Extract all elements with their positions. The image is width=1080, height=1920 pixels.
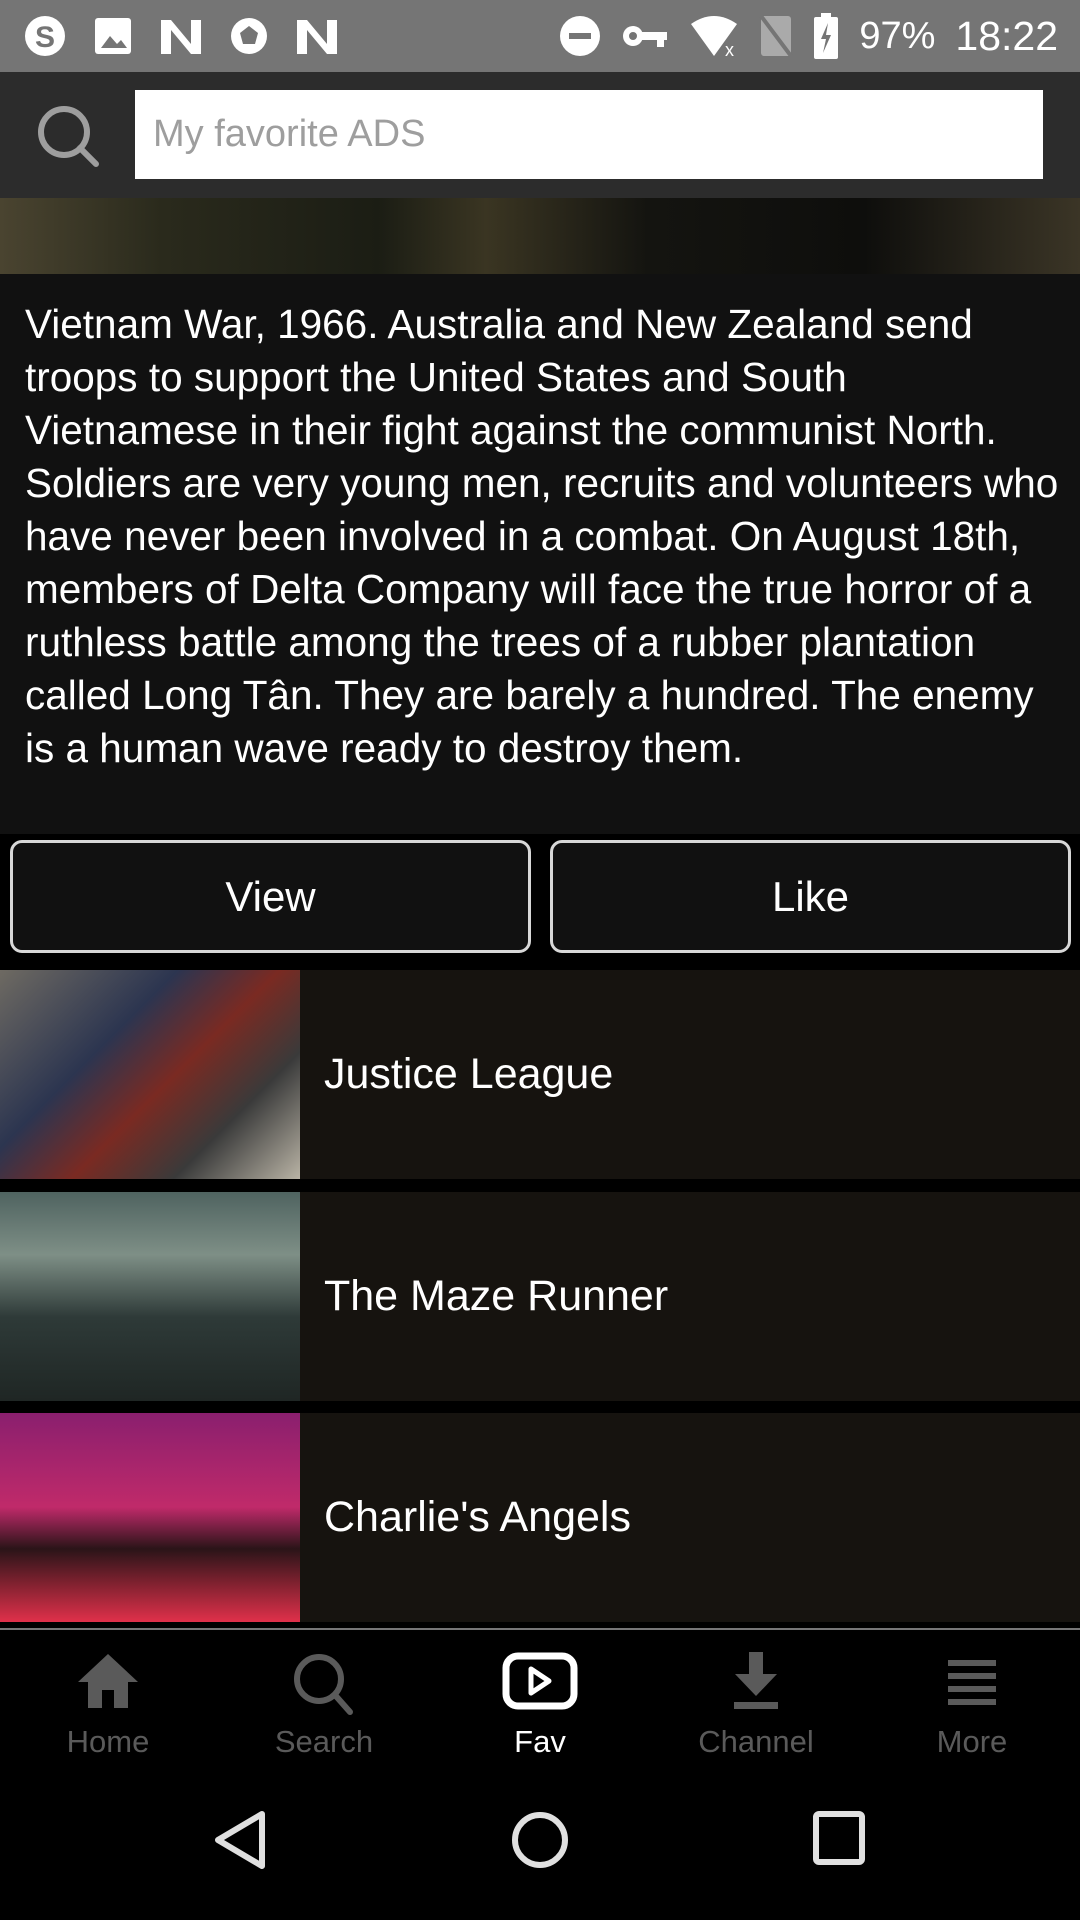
list-item[interactable]: The Maze Runner	[0, 1192, 1080, 1401]
search-icon[interactable]	[34, 102, 100, 168]
clock: 18:22	[955, 12, 1058, 59]
vpn-key-icon	[623, 26, 668, 47]
battery-percentage: 97%	[859, 14, 936, 57]
tab-search[interactable]: Search	[216, 1630, 432, 1780]
image-icon	[90, 13, 136, 59]
tab-channel[interactable]: Channel	[648, 1630, 864, 1780]
search-input[interactable]	[135, 90, 1043, 179]
recents-icon[interactable]	[812, 1810, 866, 1871]
menu-icon	[948, 1660, 996, 1705]
no-sim-icon	[759, 14, 793, 58]
search-bar	[0, 72, 1080, 198]
svg-text:x: x	[725, 40, 734, 58]
play-icon	[502, 1652, 578, 1710]
list-item[interactable]: Charlie's Angels	[0, 1413, 1080, 1622]
download-icon	[734, 1652, 778, 1709]
home-icon	[78, 1654, 138, 1708]
wifi-off-icon: x	[691, 16, 738, 58]
battery-charging-icon	[814, 13, 839, 59]
tab-more[interactable]: More	[864, 1630, 1080, 1780]
view-button[interactable]: View	[10, 840, 531, 953]
search-icon	[294, 1654, 353, 1715]
skype-icon: S	[22, 13, 68, 59]
n-icon	[158, 13, 204, 59]
system-navigation-bar	[0, 1780, 1080, 1920]
movie-description: Vietnam War, 1966. Australia and New Zea…	[0, 274, 1080, 834]
list-item-title: Justice League	[324, 1050, 614, 1098]
back-icon[interactable]	[212, 1810, 268, 1875]
list-item-title: Charlie's Angels	[324, 1493, 631, 1541]
svg-text:S: S	[35, 21, 55, 54]
list-item[interactable]: Justice League	[0, 970, 1080, 1179]
dnd-icon	[560, 16, 601, 56]
tab-home[interactable]: Home	[0, 1630, 216, 1780]
featured-banner-image	[0, 198, 1080, 274]
tab-fav[interactable]: Fav	[432, 1630, 648, 1780]
home-circle-icon[interactable]	[510, 1810, 570, 1875]
poster-thumbnail	[0, 1192, 300, 1401]
bottom-navigation: Home Search Fav Channel More	[0, 1630, 1080, 1780]
soccer-icon	[226, 13, 272, 59]
like-button[interactable]: Like	[550, 840, 1071, 953]
poster-thumbnail	[0, 1413, 300, 1622]
poster-thumbnail	[0, 970, 300, 1179]
n-icon	[294, 13, 340, 59]
list-item-title: The Maze Runner	[324, 1272, 669, 1320]
status-bar: S x 97% 18:22	[0, 0, 1080, 72]
